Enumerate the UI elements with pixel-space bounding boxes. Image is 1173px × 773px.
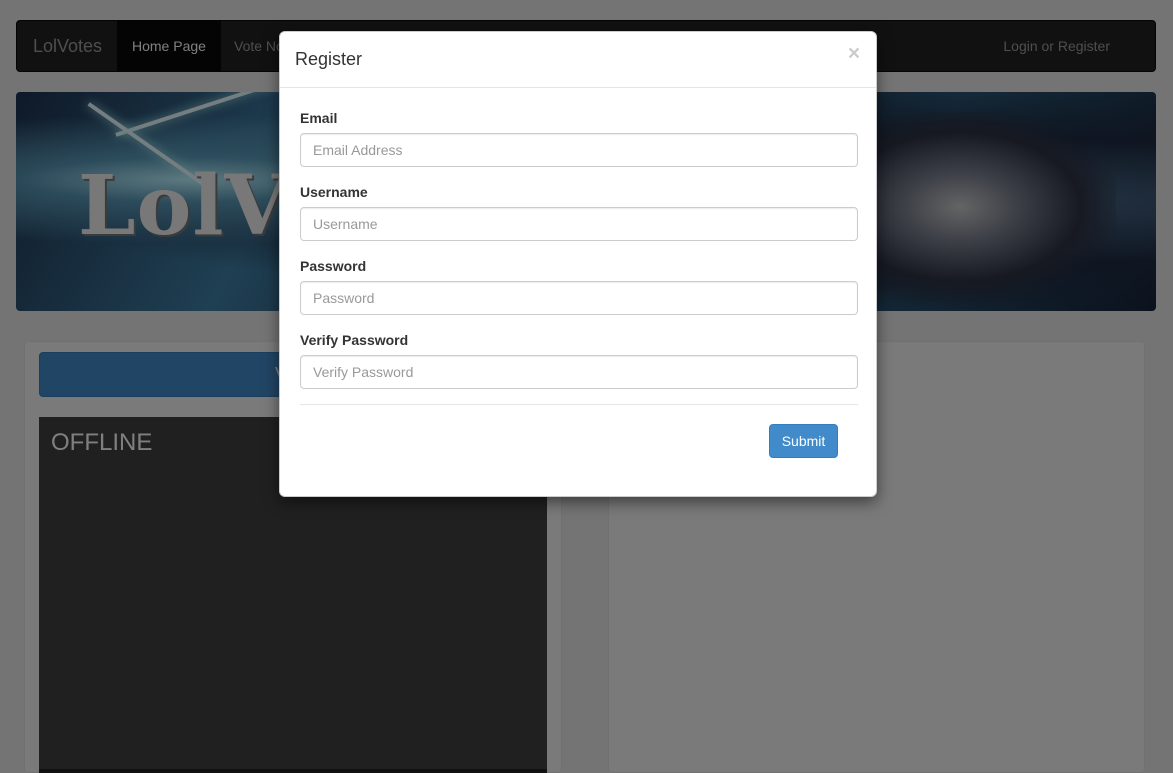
modal-title: Register <box>295 49 363 69</box>
register-modal: Register × Email Username Password Verif… <box>279 31 877 497</box>
username-label: Username <box>300 184 368 200</box>
close-icon[interactable]: × <box>846 42 862 66</box>
verify-password-field[interactable] <box>300 355 858 389</box>
form-divider <box>300 404 858 405</box>
submit-button[interactable]: Submit <box>769 424 838 458</box>
modal-header: Register × <box>280 32 876 88</box>
username-field[interactable] <box>300 207 858 241</box>
email-field[interactable] <box>300 133 858 167</box>
verify-password-label: Verify Password <box>300 332 409 348</box>
email-label: Email <box>300 110 338 126</box>
password-field[interactable] <box>300 281 858 315</box>
password-label: Password <box>300 258 367 274</box>
